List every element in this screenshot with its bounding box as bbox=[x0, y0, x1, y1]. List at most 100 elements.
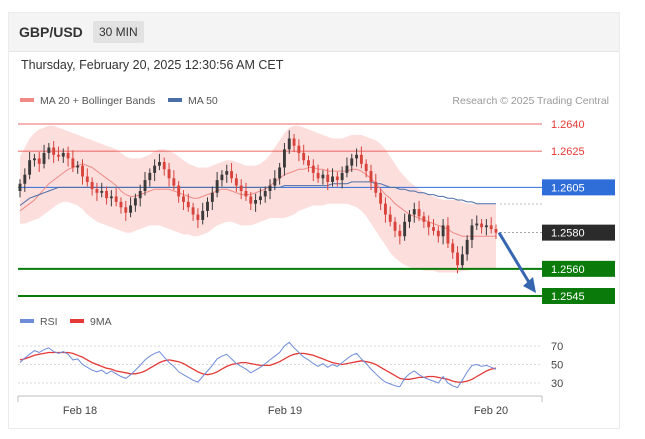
candle-body bbox=[230, 171, 233, 179]
level-label: 1.2640 bbox=[551, 119, 585, 131]
candle-body bbox=[379, 192, 383, 204]
candle-body bbox=[196, 214, 200, 220]
candle-body bbox=[470, 225, 474, 240]
time-tick-label: Feb 18 bbox=[63, 405, 97, 417]
chart-canvas: MA 20 + Bollinger Bands MA 50 Research © 2… bbox=[17, 95, 615, 417]
candle-body bbox=[359, 154, 363, 164]
candle-body bbox=[331, 176, 334, 182]
level-label: 1.2605 bbox=[551, 182, 585, 194]
candle-body bbox=[76, 165, 80, 168]
level-label: 1.2580 bbox=[551, 228, 585, 240]
level-label: 1.2545 bbox=[551, 291, 585, 303]
candle-body bbox=[302, 152, 306, 161]
candle-body bbox=[292, 138, 296, 146]
candle-body bbox=[494, 229, 498, 233]
candle-body bbox=[263, 190, 267, 197]
ma50-legend-swatch bbox=[168, 98, 182, 102]
candle-body bbox=[283, 149, 286, 168]
candle-body bbox=[412, 209, 416, 215]
candle-body bbox=[210, 192, 214, 202]
candle-body bbox=[215, 180, 219, 193]
rsi-legend-label: RSI bbox=[40, 316, 58, 328]
candle-body bbox=[61, 152, 65, 157]
candle-body bbox=[258, 196, 262, 201]
candle-body bbox=[417, 209, 421, 217]
candle-body bbox=[345, 165, 349, 173]
candle-body bbox=[177, 185, 181, 197]
candle-body bbox=[393, 221, 397, 231]
research-credit: Research © 2025 Trading Central bbox=[452, 95, 609, 107]
candle-body bbox=[374, 181, 378, 193]
candle-body bbox=[398, 230, 402, 237]
candle-body bbox=[388, 214, 392, 222]
candle-body bbox=[441, 225, 445, 237]
candle-body bbox=[460, 254, 464, 266]
time-tick-label: Feb 20 bbox=[474, 405, 508, 417]
candle-body bbox=[369, 171, 373, 182]
bollinger-band bbox=[20, 125, 496, 273]
candle-body bbox=[446, 225, 450, 244]
candle-body bbox=[114, 196, 118, 202]
candle-body bbox=[191, 207, 195, 215]
candle-body bbox=[451, 243, 455, 253]
candle-body bbox=[326, 174, 330, 182]
candle-body bbox=[95, 189, 99, 193]
rsi-tick-label: 30 bbox=[551, 378, 563, 390]
rsi-tick-label: 70 bbox=[551, 341, 563, 353]
candle-body bbox=[85, 176, 89, 182]
candle-body bbox=[335, 176, 339, 181]
candle-body bbox=[153, 165, 157, 173]
candle-body bbox=[220, 174, 224, 181]
candle-body bbox=[66, 152, 70, 159]
candle-body bbox=[47, 147, 51, 153]
candle-body bbox=[143, 180, 147, 191]
level-label: 1.2560 bbox=[551, 264, 585, 276]
rsi-ma-legend-label: 9MA bbox=[90, 316, 112, 328]
candle-body bbox=[37, 158, 41, 164]
candle-body bbox=[403, 221, 407, 237]
candle-body bbox=[436, 230, 440, 237]
candle-body bbox=[307, 160, 310, 166]
candle-body bbox=[268, 185, 272, 191]
candle-body bbox=[278, 167, 282, 179]
candle-body bbox=[129, 205, 133, 213]
candle-body bbox=[408, 214, 411, 222]
level-label: 1.2625 bbox=[551, 146, 585, 158]
candle-body bbox=[167, 169, 171, 179]
candle-body bbox=[475, 223, 479, 226]
candle-body bbox=[109, 196, 113, 199]
candle-body bbox=[297, 145, 301, 153]
candle-body bbox=[311, 165, 315, 173]
candle-body bbox=[273, 178, 277, 186]
ma20-legend-label: MA 20 + Bollinger Bands bbox=[40, 95, 155, 107]
rsi-ma-legend-swatch bbox=[70, 319, 84, 323]
candle-body bbox=[52, 147, 56, 155]
time-tick-label: Feb 19 bbox=[268, 405, 302, 417]
candle-body bbox=[90, 181, 94, 190]
candle-body bbox=[124, 207, 128, 213]
candle-body bbox=[234, 178, 238, 186]
candle-body bbox=[225, 171, 229, 175]
candle-body bbox=[383, 203, 387, 215]
candle-body bbox=[162, 162, 166, 170]
candle-body bbox=[480, 223, 484, 228]
candle-body bbox=[465, 239, 469, 255]
candle-body bbox=[239, 185, 243, 191]
candle-body bbox=[148, 172, 152, 181]
candle-body bbox=[422, 216, 426, 222]
ma50-legend-label: MA 50 bbox=[188, 95, 218, 107]
forecast-arrow bbox=[497, 231, 532, 285]
candle-body bbox=[364, 163, 368, 172]
candle-body bbox=[427, 221, 431, 228]
candle-body bbox=[105, 190, 108, 199]
candle-body bbox=[182, 196, 185, 202]
candle-body bbox=[119, 201, 123, 208]
candle-body bbox=[32, 158, 36, 161]
candle-body bbox=[206, 201, 209, 211]
candle-body bbox=[254, 200, 258, 204]
candle-body bbox=[340, 172, 344, 181]
candle-body bbox=[23, 174, 27, 184]
candle-body bbox=[18, 183, 22, 191]
ma20-legend-swatch bbox=[20, 98, 34, 102]
candle-body bbox=[81, 165, 84, 177]
